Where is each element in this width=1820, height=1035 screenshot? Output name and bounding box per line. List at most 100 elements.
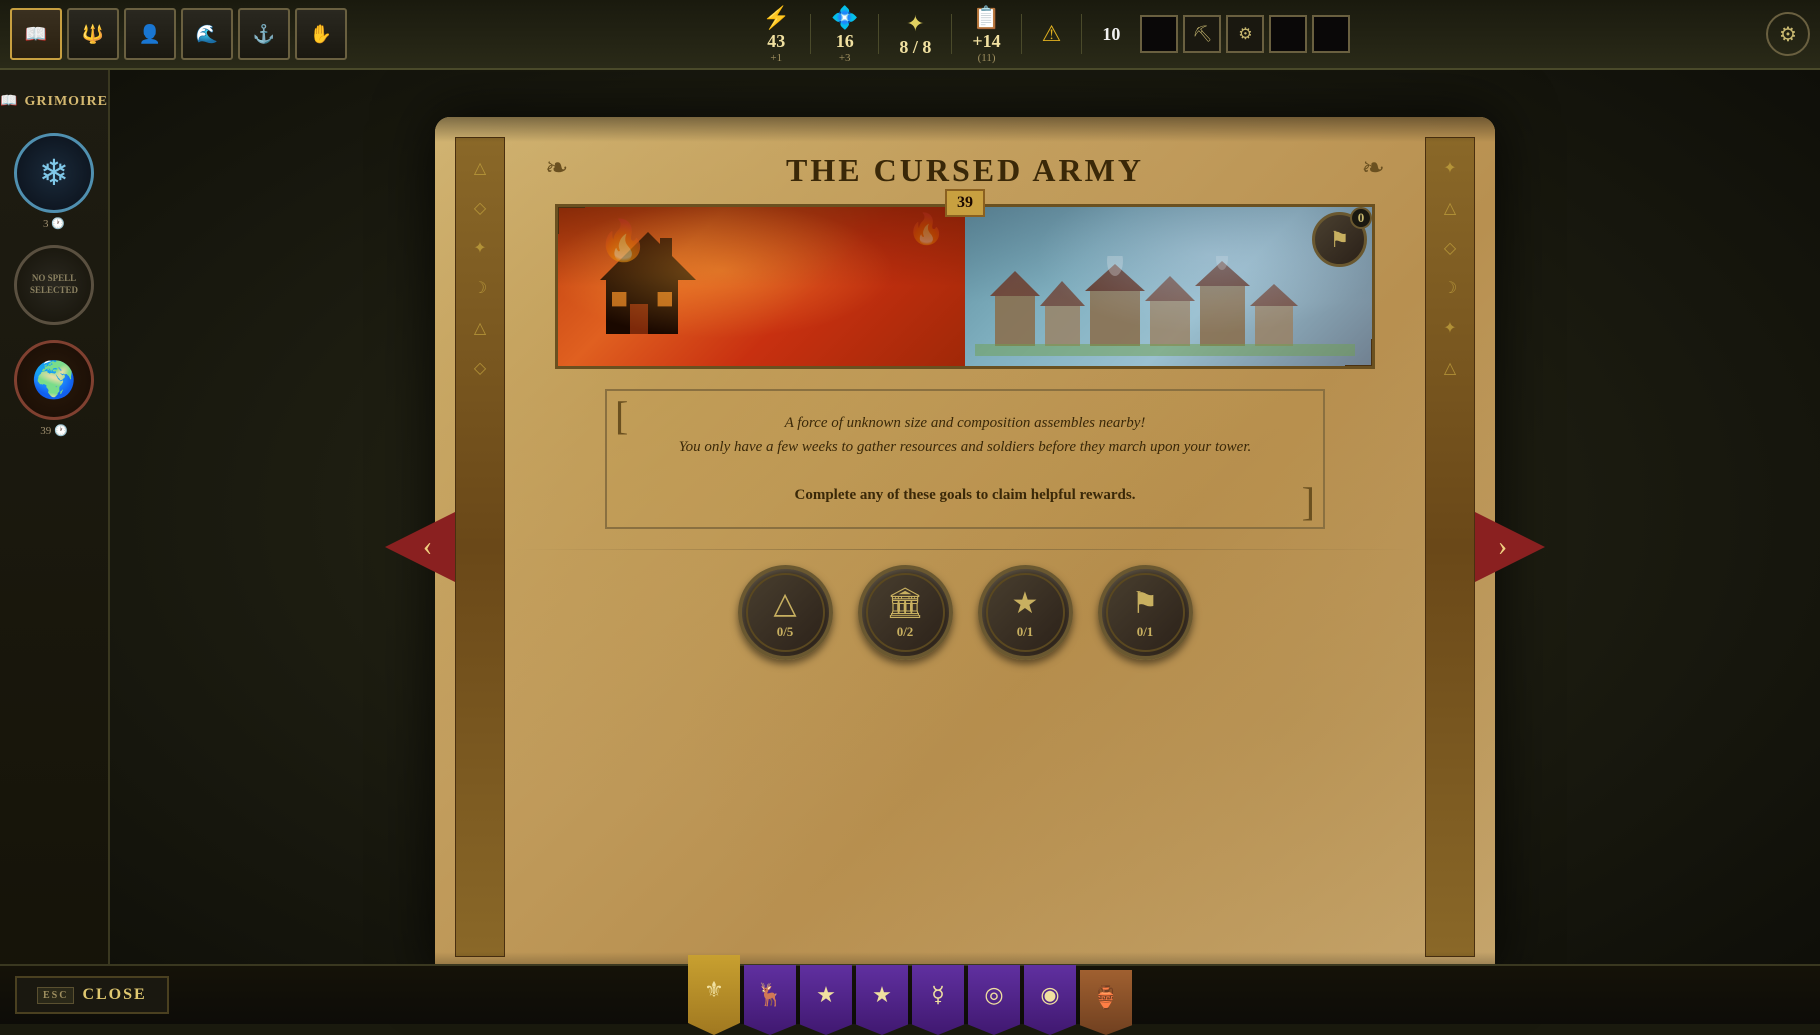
- esc-label: Esc: [37, 987, 74, 1004]
- book-content: ❧ The Cursed Army ❧ 39: [515, 137, 1415, 957]
- resource-scrolls: 📋 +14 (11): [972, 5, 1000, 64]
- banner-gold-icon: ⚜: [704, 977, 724, 1003]
- nav-icon-5[interactable]: ✋: [295, 8, 347, 60]
- banner-gold-emblem[interactable]: ⚜: [688, 955, 740, 1035]
- prev-page-button[interactable]: ‹: [385, 512, 455, 582]
- resource-stars: ✦ 8 / 8: [899, 11, 931, 58]
- no-spell-circle[interactable]: No SpellSelected: [14, 245, 94, 325]
- grimoire-main-title: The Cursed Army: [786, 152, 1144, 188]
- spine-rune-r3: ◇: [1444, 238, 1456, 258]
- banner-purple-deer[interactable]: 🦌: [744, 965, 796, 1035]
- spine-rune-3: ✦: [473, 238, 486, 258]
- scroll-icon: 📋: [973, 5, 1000, 31]
- top-bar-right: ⚙: [1766, 12, 1810, 56]
- flag-icon: ⚑: [1132, 586, 1159, 621]
- description-line1: A force of unknown size and composition …: [785, 415, 1146, 431]
- goal-mountain[interactable]: △ 0/5: [738, 565, 833, 660]
- description-line3: Complete any of these goals to claim hel…: [795, 487, 1136, 503]
- world-spell-circle[interactable]: 🌍: [14, 340, 94, 420]
- ice-spell-count: 3 🕐: [43, 217, 65, 230]
- medal-badge[interactable]: ⚑ 0: [1312, 212, 1367, 267]
- nav-icon-1[interactable]: 🔱: [67, 8, 119, 60]
- content-divider: [515, 549, 1415, 550]
- spine-runes-left: △ ◇ ✦ ☽ △ ◇: [456, 138, 504, 398]
- action-box-1[interactable]: [1140, 15, 1178, 53]
- divider-2: [878, 14, 879, 54]
- divider-5: [1081, 14, 1082, 54]
- resource-score: 10: [1102, 24, 1120, 45]
- star-progress: 0/1: [1017, 624, 1034, 640]
- banner-rune2-icon: ◎: [984, 982, 1003, 1008]
- star-icon: ★: [1012, 586, 1039, 621]
- banner-purple-rune1[interactable]: ☿: [912, 965, 964, 1035]
- right-arrow-icon: ›: [1498, 531, 1507, 563]
- village-svg: [975, 256, 1355, 356]
- burning-scene: 🔥 🔥: [558, 207, 965, 366]
- grimoire-title-text: Grimoire: [25, 94, 108, 110]
- divider-4: [1021, 14, 1022, 54]
- warning-icon: ⚠: [1042, 21, 1062, 47]
- banners-row: ⚜ 🦌 ★ ★ ☿ ◎ ◉ 🏺: [0, 955, 1820, 1035]
- no-spell-text: No SpellSelected: [25, 268, 83, 301]
- nav-icon-3[interactable]: 🌊: [181, 8, 233, 60]
- banner-purple-rune3[interactable]: ◉: [1024, 965, 1076, 1035]
- banner-purple-star2[interactable]: ★: [856, 965, 908, 1035]
- energy-value: 43: [767, 31, 785, 52]
- action-box-3[interactable]: [1312, 15, 1350, 53]
- settings-button[interactable]: ⚙: [1766, 12, 1810, 56]
- mountain-progress: 0/5: [777, 624, 794, 640]
- grimoire-book-icon: 📖: [0, 93, 18, 110]
- spine-runes-right: ✦ △ ◇ ☽ ✦ △: [1426, 138, 1474, 398]
- banner-purple-rune2[interactable]: ◎: [968, 965, 1020, 1035]
- goal-star[interactable]: ★ 0/1: [978, 565, 1073, 660]
- world-spell-count: 39 🕐: [40, 424, 67, 437]
- title-deco-right: ❧: [1362, 151, 1385, 185]
- left-arrow-icon: ‹: [423, 531, 432, 563]
- action-box-2[interactable]: [1269, 15, 1307, 53]
- world-icon: 🌍: [32, 359, 77, 401]
- top-bar-center: ⚡ 43 +1 💠 16 +3 ✦ 8 / 8 📋 +14 (11) ⚠ 10: [347, 5, 1766, 64]
- resource-warning: ⚠: [1042, 21, 1062, 47]
- next-page-button[interactable]: ›: [1475, 512, 1545, 582]
- banner-rune1-icon: ☿: [931, 982, 945, 1008]
- corner-bracket-tl: [555, 204, 585, 234]
- left-sidebar: 📖 Grimoire ❄ 3 🕐 No SpellSelected 🌍 39 🕐: [0, 70, 110, 1024]
- nav-icon-2[interactable]: 👤: [124, 8, 176, 60]
- grimoire-tab-btn[interactable]: 📖: [10, 8, 62, 60]
- building-progress: 0/2: [897, 624, 914, 640]
- mountain-icon: △: [773, 586, 796, 621]
- banner-star2-icon: ★: [872, 982, 892, 1008]
- spine-rune-r6: △: [1444, 358, 1456, 378]
- banner-purple-star1[interactable]: ★: [800, 965, 852, 1035]
- book-spine-right: ✦ △ ◇ ☽ ✦ △: [1425, 137, 1475, 957]
- book-spine-left: △ ◇ ✦ ☽ △ ◇: [455, 137, 505, 957]
- description-line2: You only have a few weeks to gather reso…: [679, 439, 1252, 455]
- spine-rune-r1: ✦: [1443, 158, 1456, 178]
- energy-icon: ⚡: [763, 5, 790, 31]
- snowflake-icon: ❄: [39, 152, 69, 194]
- resource-crystals: 💠 16 +3: [831, 5, 858, 64]
- settings-icon: ⚙: [1779, 22, 1797, 47]
- close-label: Close: [82, 986, 146, 1004]
- divider-1: [810, 14, 811, 54]
- close-button[interactable]: Esc Close: [15, 976, 169, 1014]
- crystal-icon: 💠: [831, 5, 858, 31]
- resource-energy: ⚡ 43 +1: [763, 5, 790, 64]
- title-deco-left: ❧: [545, 151, 568, 185]
- ice-spell-circle[interactable]: ❄: [14, 133, 94, 213]
- goal-flag[interactable]: ⚑ 0/1: [1098, 565, 1193, 660]
- action-box-pick[interactable]: ⛏: [1183, 15, 1221, 53]
- medal-count-value: 0: [1350, 207, 1372, 229]
- banner-bronze-pot[interactable]: 🏺: [1080, 970, 1132, 1035]
- banner-deer-icon: 🦌: [756, 982, 783, 1008]
- action-box-gear[interactable]: ⚙: [1226, 15, 1264, 53]
- spine-rune-r2: △: [1444, 198, 1456, 218]
- medal-count-label: ⚑: [1330, 227, 1350, 253]
- spine-rune-r4: ☽: [1443, 278, 1457, 298]
- goal-building[interactable]: 🏛 0/2: [858, 565, 953, 660]
- spine-rune-r5: ✦: [1443, 318, 1456, 338]
- spine-rune-5: △: [474, 318, 486, 338]
- nav-icon-4[interactable]: ⚓: [238, 8, 290, 60]
- scroll-sub: (11): [978, 52, 996, 64]
- event-description-box: A force of unknown size and composition …: [605, 389, 1325, 529]
